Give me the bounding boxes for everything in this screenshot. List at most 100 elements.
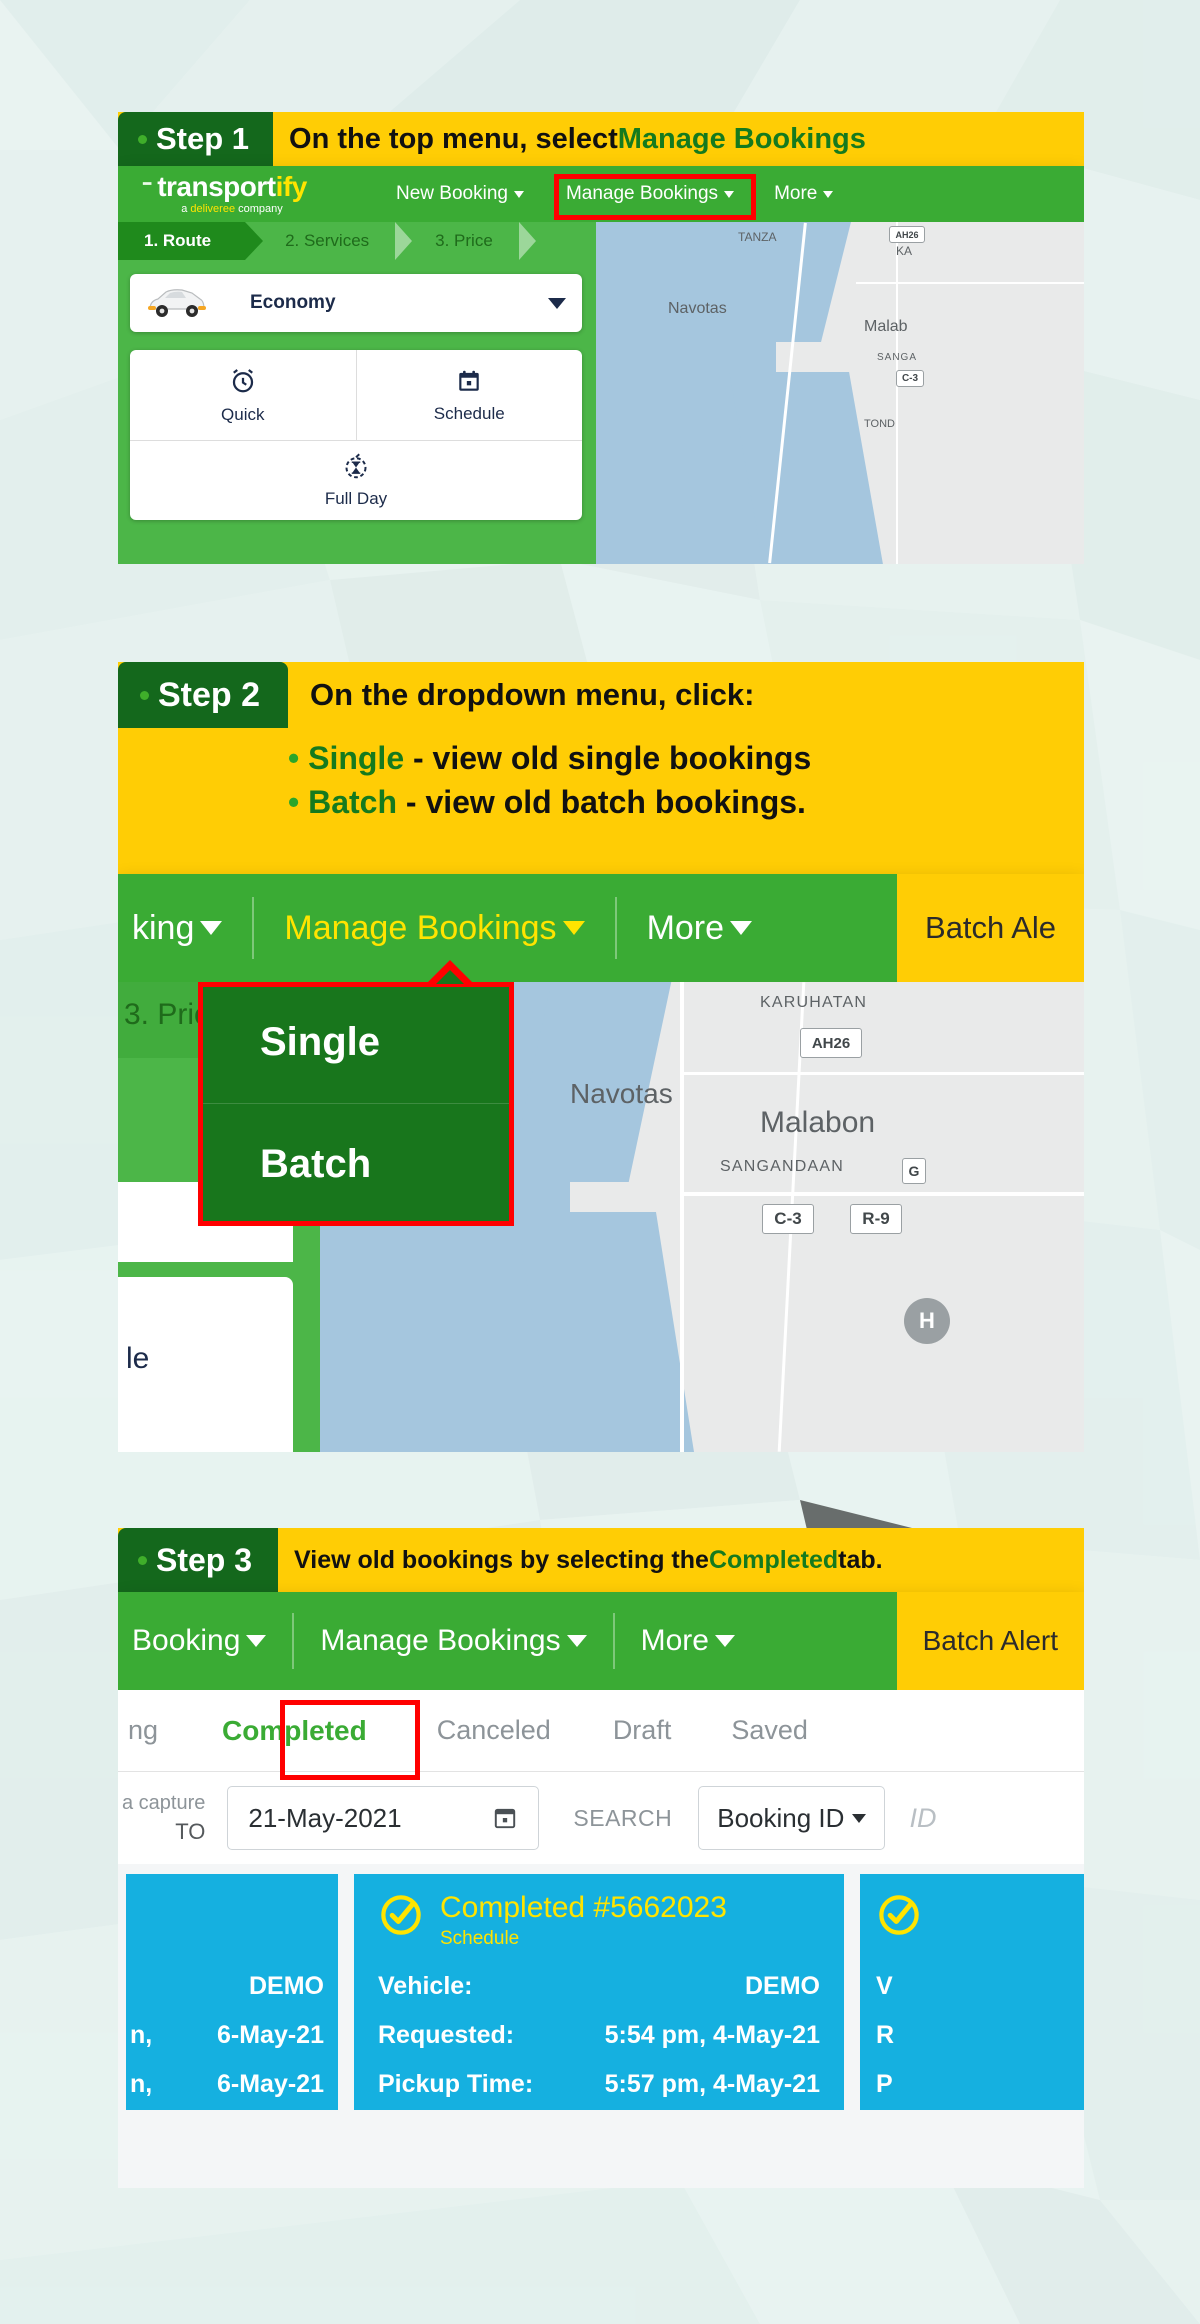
mode-full-day[interactable]: Full Day	[130, 440, 582, 520]
logo-swoosh-icon: ━	[143, 176, 151, 191]
transportify-logo[interactable]: ━ transportify a deliveree company	[132, 173, 332, 216]
chevron-down-icon	[714, 1635, 735, 1647]
booking-card-key: Requested:	[378, 2021, 515, 2049]
nav-item-new-booking-label: New Booking	[396, 183, 508, 204]
nav-item-booking-partial[interactable]: Booking	[132, 1624, 267, 1658]
booking-card-key: P	[876, 2070, 893, 2098]
nav-item-manage-bookings-label: Manage Bookings	[284, 908, 557, 947]
step-2-chip-label: Step 2	[158, 675, 261, 714]
check-circle-icon	[879, 1895, 919, 1935]
tab-canceled[interactable]: Canceled	[437, 1715, 551, 1746]
bullet-marker: •	[288, 740, 309, 776]
chevron-down-icon	[246, 1635, 267, 1647]
map-shield: AH26	[800, 1028, 862, 1058]
map-label: Navotas	[668, 300, 727, 317]
booking-card-subtitle: Schedule	[440, 1927, 520, 1949]
chevron-right-icon	[395, 222, 413, 260]
mode-full-day-label: Full Day	[324, 489, 388, 508]
tab-ongoing-partial[interactable]: ng	[128, 1715, 158, 1746]
booking-card-partial-right[interactable]: V R P	[860, 1874, 1084, 2110]
step-3-chip-label: Step 3	[156, 1541, 253, 1578]
nav-item-manage-bookings[interactable]: Manage Bookings	[320, 1624, 587, 1658]
booking-card-value: 5:57 pm, 4-May-21	[604, 2070, 820, 2098]
step-1-map[interactable]: TANZA KA Navotas Malab SANGA TOND AH26 C…	[596, 222, 1084, 564]
step-2-bullet-2-highlight: Batch	[308, 784, 397, 821]
route-tab-2-services[interactable]: 2. Services	[245, 222, 413, 260]
step-3-banner: Step 3 View old bookings by selecting th…	[118, 1528, 1084, 1592]
chevron-down-icon[interactable]	[548, 297, 566, 309]
booking-card-value: 6-May-21	[217, 2070, 324, 2098]
search-field-select[interactable]: Booking ID	[698, 1786, 886, 1850]
booking-card-completed[interactable]: Completed #5662023 Schedule Vehicle: DEM…	[354, 1874, 844, 2110]
mode-schedule-label: Schedule	[433, 403, 505, 423]
booking-card-partial-left[interactable]: DEMO n, 6-May-21 n, 6-May-21	[126, 1874, 338, 2110]
search-field-select-value: Booking ID	[717, 1802, 845, 1833]
booking-card-key: V	[876, 1972, 893, 2000]
route-tab-3-price-partial-label: 3. Pric	[124, 998, 210, 1031]
map-label: Malabon	[760, 1106, 876, 1139]
nav-item-manage-bookings[interactable]: Manage Bookings	[284, 908, 585, 948]
batch-alert-button[interactable]: Batch Ale	[897, 874, 1084, 982]
step-1-card: Step 1 On the top menu, select Manage Bo…	[118, 112, 1084, 564]
step-3-card: Step 3 View old bookings by selecting th…	[118, 1528, 1084, 2188]
route-tab-1-label: 1. Route	[144, 231, 212, 250]
map-road	[896, 222, 898, 564]
map-pin[interactable]: H	[904, 1298, 950, 1344]
tab-completed[interactable]: Completed	[222, 1715, 367, 1747]
mode-quick[interactable]: Quick	[130, 350, 356, 440]
map-label: Navotas	[570, 1078, 673, 1109]
route-tab-3-price[interactable]: 3. Price	[395, 222, 536, 260]
booking-card-row: Vehicle: DEMO	[378, 1972, 820, 2001]
batch-alert-button[interactable]: Batch Alert	[896, 1592, 1084, 1690]
step-2-chip: Step 2	[118, 662, 289, 728]
tab-canceled-label: Canceled	[436, 1715, 551, 1745]
nav-item-more-label: More	[646, 908, 725, 947]
tab-completed-label: Completed	[222, 1714, 367, 1746]
batch-alert-label: Batch Ale	[925, 910, 1056, 945]
map-label: KA	[896, 244, 913, 258]
nav-divider	[612, 1613, 615, 1669]
step-2-instruction: On the dropdown menu, click:	[310, 677, 755, 712]
search-label[interactable]: SEARCH	[573, 1805, 672, 1832]
vehicle-selector[interactable]: Economy	[130, 274, 582, 332]
map-road	[856, 282, 1084, 284]
step-1-instruction: On the top menu, select	[289, 122, 618, 155]
search-id-input[interactable]: ID	[909, 1803, 936, 1834]
step-3-navbar: Booking Manage Bookings More Batch Alert	[118, 1592, 1084, 1690]
nav-item-new-booking[interactable]: New Booking	[396, 183, 524, 205]
route-tab-3-price-partial[interactable]: 3. Pric	[124, 998, 209, 1032]
step-3-chip: Step 3	[118, 1528, 279, 1592]
map-shield: AH26	[889, 226, 925, 243]
booking-card-row: Pickup Time: 5:57 pm, 4-May-21	[378, 2070, 820, 2099]
chevron-down-icon	[566, 1635, 587, 1647]
nav-divider	[252, 897, 255, 959]
step-2-bullet-1-highlight: Single	[308, 740, 405, 776]
step-2-bullet-2-rest: - view old batch bookings.	[397, 784, 806, 821]
mode-quick-label: Quick	[221, 404, 265, 424]
chevron-down-icon	[730, 921, 753, 935]
step-3-instruction: View old bookings by selecting the	[294, 1545, 709, 1574]
mode-schedule[interactable]: Schedule	[355, 350, 583, 440]
calendar-icon[interactable]	[492, 1804, 518, 1832]
map-shield: C-3	[762, 1204, 814, 1234]
chevron-down-icon	[823, 190, 834, 198]
step-1-navbar: ━ transportify a deliveree company New B…	[118, 166, 1084, 222]
date-to-input[interactable]: 21-May-2021	[227, 1786, 540, 1850]
nav-item-more[interactable]: More	[641, 1624, 735, 1658]
dropdown-item-single[interactable]: Single	[198, 982, 514, 1103]
tab-saved[interactable]: Saved	[731, 1715, 808, 1746]
step-2-bullet-1: • Single - view old single bookings	[288, 736, 1084, 780]
map-shield: C-3	[896, 370, 924, 387]
nav-item-more[interactable]: More	[774, 183, 834, 205]
booking-card-row: R	[876, 2021, 894, 2050]
step-2-navbar: king Manage Bookings More Batch Ale	[118, 874, 1084, 982]
logo-tagline-post: company	[235, 203, 283, 215]
nav-item-new-booking-partial[interactable]: king	[132, 909, 223, 948]
tab-draft[interactable]: Draft	[613, 1715, 672, 1746]
vehicle-label: Economy	[250, 292, 336, 313]
nav-item-more[interactable]: More	[646, 908, 753, 948]
tab-draft-label: Draft	[612, 1715, 672, 1745]
nav-item-manage-bookings[interactable]: Manage Bookings	[566, 183, 735, 205]
route-tab-1-route[interactable]: 1. Route	[118, 222, 264, 260]
dropdown-item-batch[interactable]: Batch	[198, 1104, 514, 1225]
